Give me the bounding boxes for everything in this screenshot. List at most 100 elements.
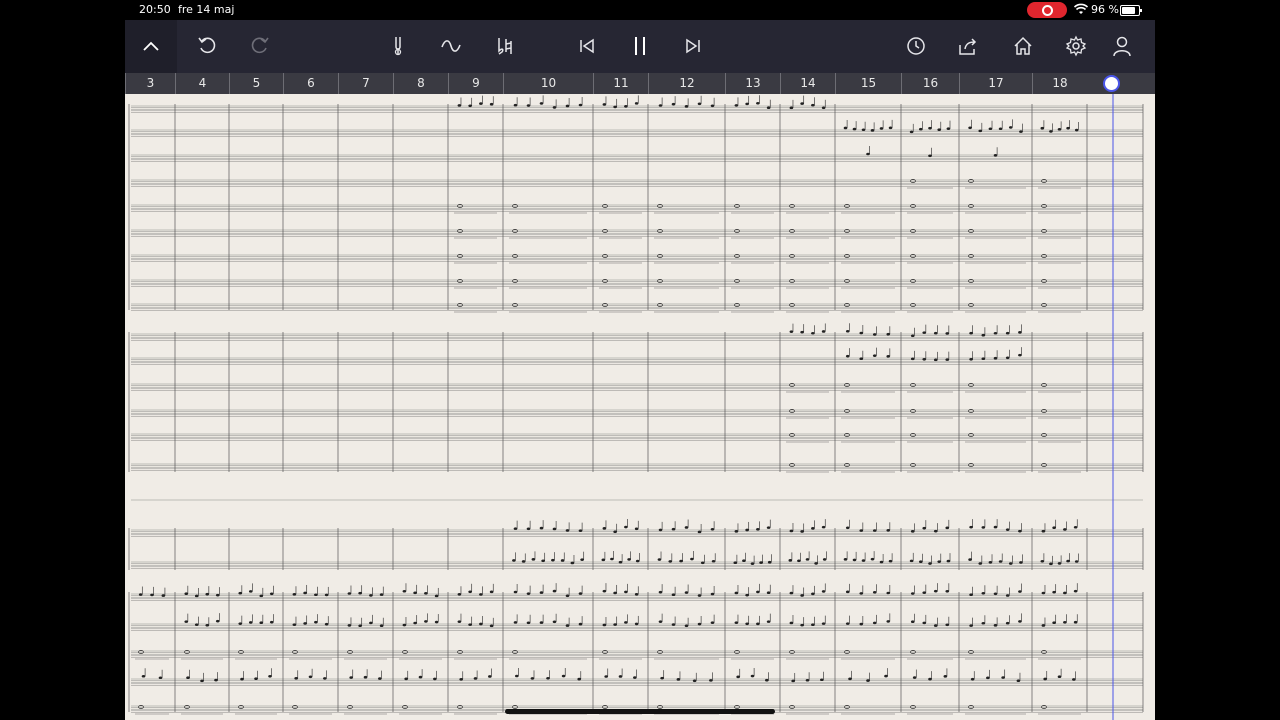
note-head — [811, 592, 815, 596]
note-head — [1052, 621, 1056, 625]
measure-number[interactable]: 3 — [125, 73, 175, 94]
note-head — [303, 591, 307, 595]
measure-number[interactable]: 8 — [393, 73, 448, 94]
note-head — [937, 128, 941, 132]
note-head — [531, 558, 536, 561]
note-head — [993, 592, 998, 596]
measure-number[interactable]: 6 — [283, 73, 338, 94]
share-button[interactable] — [950, 28, 986, 64]
measure-ruler[interactable]: 3 4 5 6 7 8 9 10 11 12 13 14 15 16 17 18 — [125, 73, 1155, 94]
note-head — [624, 104, 628, 108]
note-head — [734, 104, 739, 107]
orchestral-score[interactable] — [125, 94, 1155, 720]
note-head — [690, 557, 694, 561]
measure-number[interactable]: 13 — [725, 73, 780, 94]
note-head — [692, 679, 697, 683]
undo-button[interactable] — [189, 28, 225, 64]
note-head — [634, 527, 639, 531]
note-head — [1008, 126, 1013, 129]
note-head — [541, 559, 545, 563]
note-head — [910, 357, 915, 361]
note-head — [872, 590, 877, 594]
note-head — [578, 103, 583, 107]
note-head — [580, 558, 584, 561]
measure-number[interactable]: 15 — [835, 73, 901, 94]
note-head — [676, 678, 681, 681]
note-head — [697, 594, 702, 597]
note-head — [141, 674, 146, 678]
note-head — [658, 590, 663, 594]
measure-number[interactable]: 9 — [448, 73, 503, 94]
note-head — [248, 621, 253, 624]
note-head — [552, 527, 557, 531]
tuning-fork-icon — [394, 37, 402, 56]
tuning-fork-button[interactable] — [380, 28, 416, 64]
measure-number[interactable]: 10 — [503, 73, 593, 94]
skip-forward-button[interactable] — [675, 28, 711, 64]
note-head — [1049, 130, 1053, 133]
note-head — [1066, 559, 1070, 563]
measure-number[interactable]: 16 — [901, 73, 959, 94]
note-head — [1016, 679, 1021, 683]
measure-number[interactable]: 17 — [959, 73, 1032, 94]
skip-back-button[interactable] — [569, 28, 605, 64]
note-head — [424, 592, 428, 595]
note-head — [479, 593, 483, 596]
measure-number[interactable]: 4 — [175, 73, 229, 94]
note-head — [756, 101, 760, 105]
note-head — [602, 527, 607, 530]
note-head — [658, 528, 663, 532]
measure-number[interactable]: 14 — [780, 73, 835, 94]
note-head — [513, 621, 518, 624]
accidental-button[interactable] — [487, 28, 523, 64]
playhead-handle[interactable] — [1103, 75, 1120, 92]
note-head — [512, 559, 516, 562]
note-head — [946, 559, 951, 563]
measure-number[interactable]: 7 — [338, 73, 393, 94]
measure-number[interactable]: 11 — [593, 73, 648, 94]
note-head — [565, 529, 570, 532]
note-head — [742, 559, 746, 562]
note-head — [627, 558, 631, 561]
home-button[interactable] — [1005, 28, 1041, 64]
note-head — [671, 527, 676, 531]
note-head — [968, 558, 972, 561]
collapse-toolbar-button[interactable] — [125, 20, 177, 73]
battery-percent: 96 % — [1091, 3, 1119, 16]
note-head — [1073, 525, 1078, 529]
measure-number[interactable]: 18 — [1032, 73, 1087, 94]
history-button[interactable] — [898, 28, 934, 64]
note-head — [933, 331, 938, 335]
note-head — [969, 358, 973, 361]
note-head — [866, 679, 870, 682]
note-head — [800, 623, 804, 627]
note-head — [613, 623, 617, 626]
screen-recording-icon[interactable] — [1027, 2, 1067, 18]
note-head — [254, 677, 258, 681]
measure-number[interactable]: 5 — [229, 73, 283, 94]
slur-button[interactable] — [433, 28, 469, 64]
note-head — [308, 675, 313, 679]
note-head — [993, 331, 998, 335]
note-head — [981, 333, 986, 337]
note-head — [710, 621, 715, 624]
note-head — [668, 560, 673, 563]
note-head — [789, 529, 794, 533]
settings-button[interactable] — [1058, 28, 1094, 64]
accidental-icon — [498, 38, 512, 55]
note-head — [919, 560, 923, 563]
pause-button[interactable] — [622, 28, 658, 64]
redo-button[interactable] — [242, 28, 278, 64]
account-button[interactable] — [1104, 28, 1140, 64]
note-head — [872, 529, 877, 532]
note-head — [526, 621, 531, 625]
note-head — [884, 674, 888, 678]
note-head — [158, 676, 163, 680]
note-head — [945, 623, 950, 627]
note-head — [215, 619, 220, 623]
measure-number[interactable]: 12 — [648, 73, 725, 94]
note-head — [879, 560, 884, 564]
note-head — [922, 331, 927, 334]
note-head — [570, 561, 575, 565]
note-head — [551, 558, 555, 562]
